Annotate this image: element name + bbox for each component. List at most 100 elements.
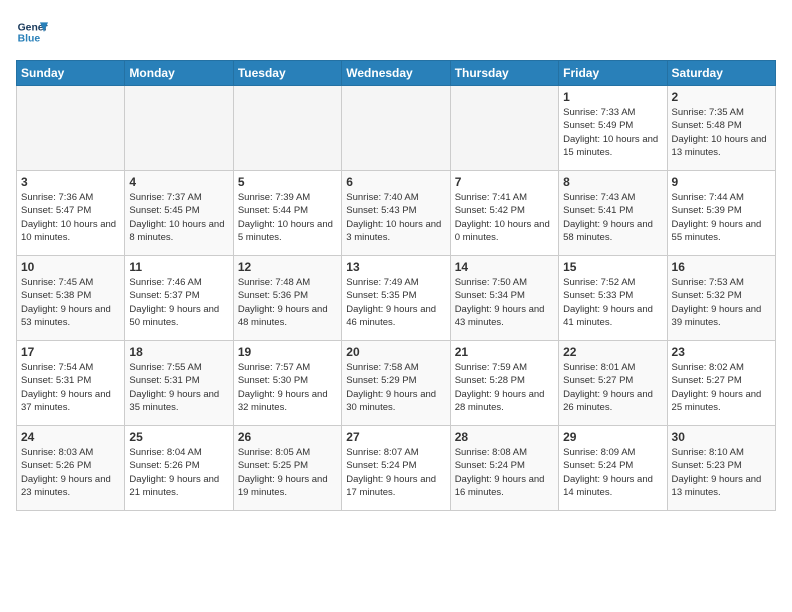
day-info: Sunrise: 7:49 AM Sunset: 5:35 PM Dayligh… bbox=[346, 276, 445, 329]
calendar-cell: 11 Sunrise: 7:46 AM Sunset: 5:37 PM Dayli… bbox=[125, 256, 233, 341]
day-number: 24 bbox=[21, 430, 120, 444]
calendar-cell: 13 Sunrise: 7:49 AM Sunset: 5:35 PM Dayli… bbox=[342, 256, 450, 341]
calendar-cell: 21Sunrise: 7:59 AM Sunset: 5:28 PM Dayli… bbox=[450, 341, 558, 426]
day-number: 30 bbox=[672, 430, 771, 444]
day-info: Sunrise: 7:39 AM Sunset: 5:44 PM Dayligh… bbox=[238, 191, 337, 244]
day-info: Sunrise: 8:03 AM Sunset: 5:26 PM Dayligh… bbox=[21, 446, 120, 499]
calendar-cell bbox=[450, 86, 558, 171]
calendar-cell bbox=[125, 86, 233, 171]
calendar-cell: 3 Sunrise: 7:36 AM Sunset: 5:47 PM Daylig… bbox=[17, 171, 125, 256]
day-number: 29 bbox=[563, 430, 662, 444]
day-number: 15 bbox=[563, 260, 662, 274]
calendar-cell: 7 Sunrise: 7:41 AM Sunset: 5:42 PM Daylig… bbox=[450, 171, 558, 256]
calendar-cell: 12Sunrise: 7:48 AM Sunset: 5:36 PM Dayli… bbox=[233, 256, 341, 341]
day-number: 10 bbox=[21, 260, 120, 274]
day-info: Sunrise: 7:54 AM Sunset: 5:31 PM Dayligh… bbox=[21, 361, 120, 414]
day-info: Sunrise: 7:55 AM Sunset: 5:31 PM Dayligh… bbox=[129, 361, 228, 414]
day-number: 26 bbox=[238, 430, 337, 444]
day-info: Sunrise: 8:05 AM Sunset: 5:25 PM Dayligh… bbox=[238, 446, 337, 499]
column-header-wednesday: Wednesday bbox=[342, 61, 450, 86]
day-number: 7 bbox=[455, 175, 554, 189]
column-header-sunday: Sunday bbox=[17, 61, 125, 86]
calendar-cell: 29 Sunrise: 8:09 AM Sunset: 5:24 PM Dayli… bbox=[559, 426, 667, 511]
calendar-cell: 1Sunrise: 7:33 AM Sunset: 5:49 PM Daylig… bbox=[559, 86, 667, 171]
day-number: 2 bbox=[672, 90, 771, 104]
day-info: Sunrise: 7:36 AM Sunset: 5:47 PM Dayligh… bbox=[21, 191, 120, 244]
column-header-tuesday: Tuesday bbox=[233, 61, 341, 86]
calendar-week-2: 3 Sunrise: 7:36 AM Sunset: 5:47 PM Daylig… bbox=[17, 171, 776, 256]
day-info: Sunrise: 8:08 AM Sunset: 5:24 PM Dayligh… bbox=[455, 446, 554, 499]
calendar-week-4: 17 Sunrise: 7:54 AM Sunset: 5:31 PM Dayli… bbox=[17, 341, 776, 426]
calendar-cell: 27 Sunrise: 8:07 AM Sunset: 5:24 PM Dayli… bbox=[342, 426, 450, 511]
day-info: Sunrise: 7:33 AM Sunset: 5:49 PM Dayligh… bbox=[563, 106, 662, 159]
day-number: 27 bbox=[346, 430, 445, 444]
calendar-cell: 23Sunrise: 8:02 AM Sunset: 5:27 PM Dayli… bbox=[667, 341, 775, 426]
day-number: 8 bbox=[563, 175, 662, 189]
calendar-cell: 5 Sunrise: 7:39 AM Sunset: 5:44 PM Daylig… bbox=[233, 171, 341, 256]
column-header-thursday: Thursday bbox=[450, 61, 558, 86]
calendar-body: 1Sunrise: 7:33 AM Sunset: 5:49 PM Daylig… bbox=[17, 86, 776, 511]
calendar-week-1: 1Sunrise: 7:33 AM Sunset: 5:49 PM Daylig… bbox=[17, 86, 776, 171]
day-info: Sunrise: 8:09 AM Sunset: 5:24 PM Dayligh… bbox=[563, 446, 662, 499]
day-number: 23 bbox=[672, 345, 771, 359]
calendar-cell: 4 Sunrise: 7:37 AM Sunset: 5:45 PM Daylig… bbox=[125, 171, 233, 256]
day-number: 9 bbox=[672, 175, 771, 189]
day-number: 20 bbox=[346, 345, 445, 359]
column-header-friday: Friday bbox=[559, 61, 667, 86]
day-number: 3 bbox=[21, 175, 120, 189]
logo-icon: General Blue bbox=[16, 16, 48, 48]
calendar-week-5: 24 Sunrise: 8:03 AM Sunset: 5:26 PM Dayli… bbox=[17, 426, 776, 511]
day-number: 22 bbox=[563, 345, 662, 359]
calendar-cell: 30 Sunrise: 8:10 AM Sunset: 5:23 PM Dayli… bbox=[667, 426, 775, 511]
calendar-cell bbox=[342, 86, 450, 171]
day-info: Sunrise: 7:45 AM Sunset: 5:38 PM Dayligh… bbox=[21, 276, 120, 329]
day-number: 13 bbox=[346, 260, 445, 274]
day-info: Sunrise: 7:44 AM Sunset: 5:39 PM Dayligh… bbox=[672, 191, 771, 244]
day-number: 4 bbox=[129, 175, 228, 189]
page-header: General Blue bbox=[16, 16, 776, 48]
calendar-cell: 19 Sunrise: 7:57 AM Sunset: 5:30 PM Dayli… bbox=[233, 341, 341, 426]
calendar-week-3: 10 Sunrise: 7:45 AM Sunset: 5:38 PM Dayli… bbox=[17, 256, 776, 341]
calendar-cell bbox=[17, 86, 125, 171]
calendar-cell: 14 Sunrise: 7:50 AM Sunset: 5:34 PM Dayli… bbox=[450, 256, 558, 341]
day-info: Sunrise: 7:46 AM Sunset: 5:37 PM Dayligh… bbox=[129, 276, 228, 329]
calendar-cell: 2Sunrise: 7:35 AM Sunset: 5:48 PM Daylig… bbox=[667, 86, 775, 171]
day-number: 18 bbox=[129, 345, 228, 359]
day-number: 17 bbox=[21, 345, 120, 359]
day-number: 5 bbox=[238, 175, 337, 189]
day-number: 28 bbox=[455, 430, 554, 444]
day-number: 11 bbox=[129, 260, 228, 274]
day-number: 25 bbox=[129, 430, 228, 444]
day-info: Sunrise: 8:07 AM Sunset: 5:24 PM Dayligh… bbox=[346, 446, 445, 499]
calendar-cell: 17 Sunrise: 7:54 AM Sunset: 5:31 PM Dayli… bbox=[17, 341, 125, 426]
day-info: Sunrise: 7:57 AM Sunset: 5:30 PM Dayligh… bbox=[238, 361, 337, 414]
calendar-cell: 28 Sunrise: 8:08 AM Sunset: 5:24 PM Dayli… bbox=[450, 426, 558, 511]
day-info: Sunrise: 7:41 AM Sunset: 5:42 PM Dayligh… bbox=[455, 191, 554, 244]
day-number: 6 bbox=[346, 175, 445, 189]
calendar-cell: 16Sunrise: 7:53 AM Sunset: 5:32 PM Dayli… bbox=[667, 256, 775, 341]
calendar-cell bbox=[233, 86, 341, 171]
svg-text:Blue: Blue bbox=[18, 34, 41, 45]
day-info: Sunrise: 7:48 AM Sunset: 5:36 PM Dayligh… bbox=[238, 276, 337, 329]
calendar-table: SundayMondayTuesdayWednesdayThursdayFrid… bbox=[16, 60, 776, 511]
calendar-cell: 8 Sunrise: 7:43 AM Sunset: 5:41 PM Daylig… bbox=[559, 171, 667, 256]
day-info: Sunrise: 7:43 AM Sunset: 5:41 PM Dayligh… bbox=[563, 191, 662, 244]
calendar-cell: 6 Sunrise: 7:40 AM Sunset: 5:43 PM Daylig… bbox=[342, 171, 450, 256]
calendar-cell: 15Sunrise: 7:52 AM Sunset: 5:33 PM Dayli… bbox=[559, 256, 667, 341]
calendar-header-row: SundayMondayTuesdayWednesdayThursdayFrid… bbox=[17, 61, 776, 86]
day-info: Sunrise: 7:58 AM Sunset: 5:29 PM Dayligh… bbox=[346, 361, 445, 414]
day-number: 16 bbox=[672, 260, 771, 274]
calendar-cell: 25Sunrise: 8:04 AM Sunset: 5:26 PM Dayli… bbox=[125, 426, 233, 511]
calendar-cell: 9 Sunrise: 7:44 AM Sunset: 5:39 PM Daylig… bbox=[667, 171, 775, 256]
column-header-saturday: Saturday bbox=[667, 61, 775, 86]
calendar-cell: 22Sunrise: 8:01 AM Sunset: 5:27 PM Dayli… bbox=[559, 341, 667, 426]
calendar-cell: 20 Sunrise: 7:58 AM Sunset: 5:29 PM Dayli… bbox=[342, 341, 450, 426]
day-number: 14 bbox=[455, 260, 554, 274]
day-info: Sunrise: 8:10 AM Sunset: 5:23 PM Dayligh… bbox=[672, 446, 771, 499]
day-info: Sunrise: 7:37 AM Sunset: 5:45 PM Dayligh… bbox=[129, 191, 228, 244]
day-number: 19 bbox=[238, 345, 337, 359]
logo: General Blue bbox=[16, 16, 48, 48]
day-info: Sunrise: 7:50 AM Sunset: 5:34 PM Dayligh… bbox=[455, 276, 554, 329]
day-info: Sunrise: 7:59 AM Sunset: 5:28 PM Dayligh… bbox=[455, 361, 554, 414]
day-info: Sunrise: 7:40 AM Sunset: 5:43 PM Dayligh… bbox=[346, 191, 445, 244]
